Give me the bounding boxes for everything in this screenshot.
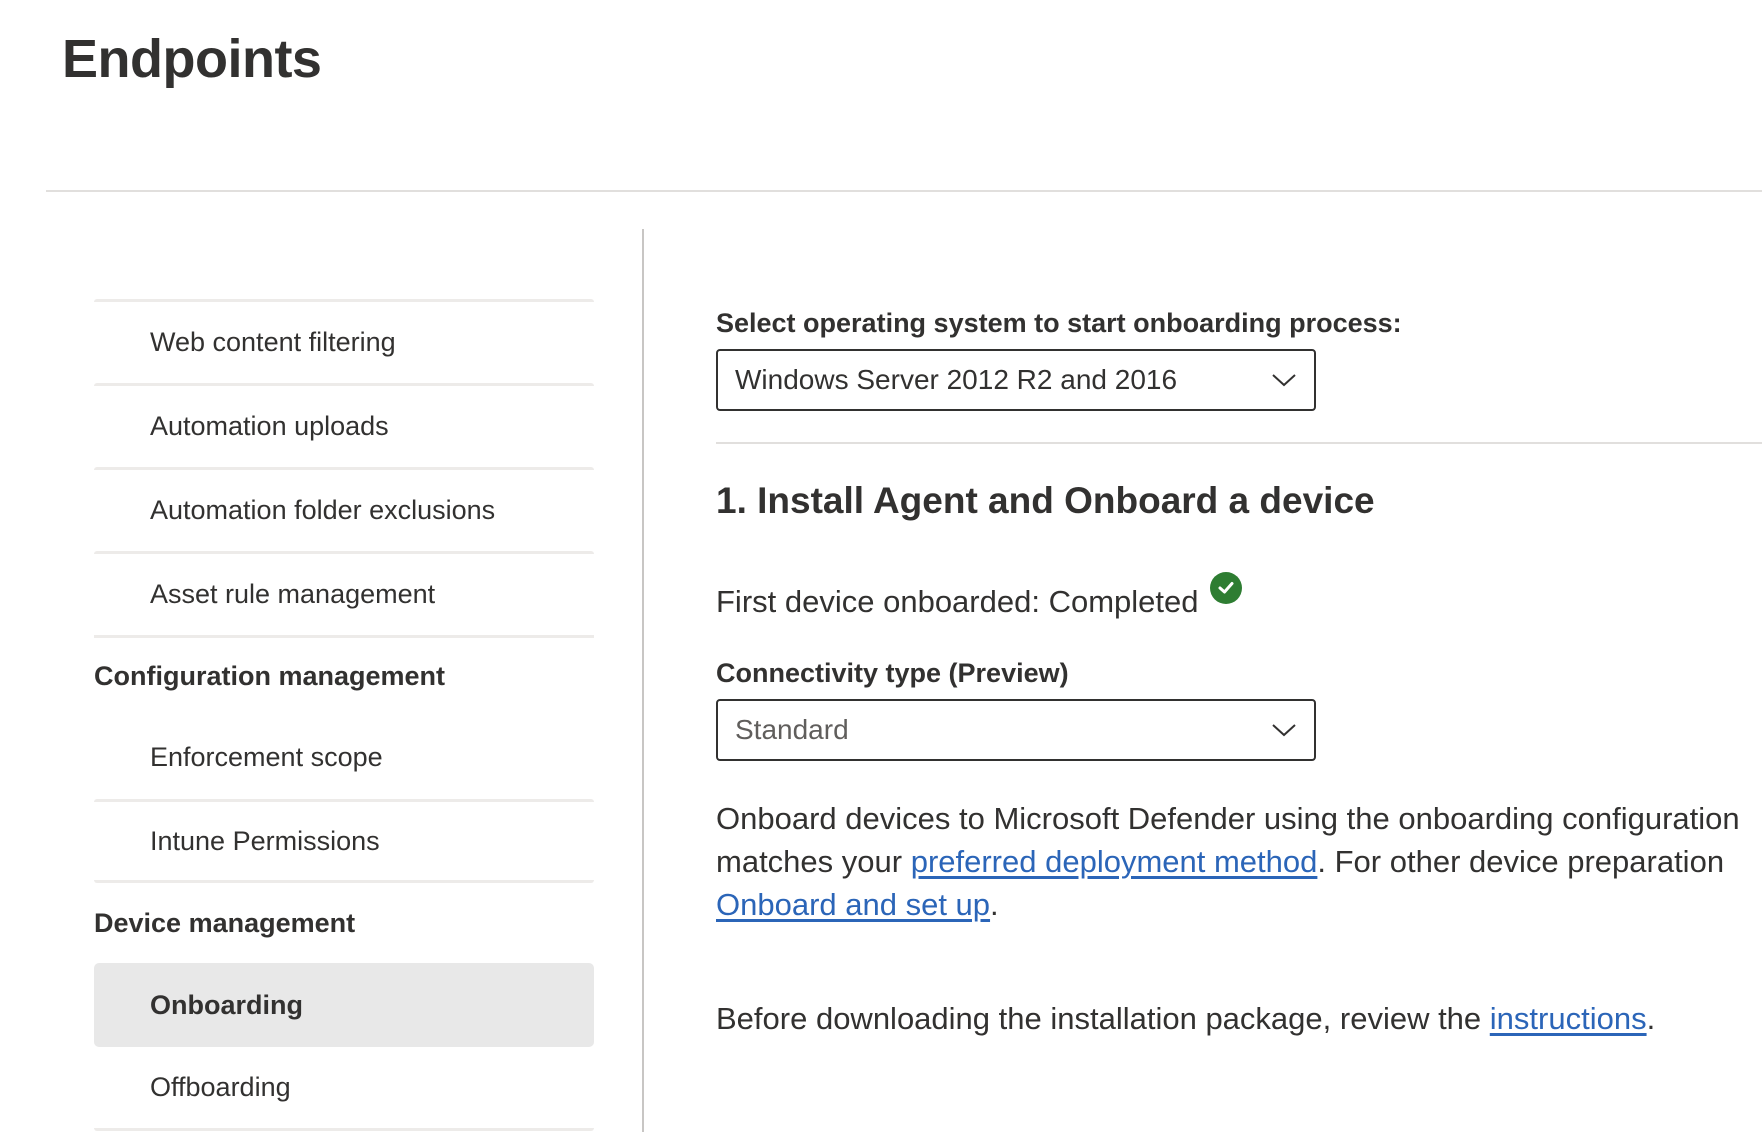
connectivity-type-label: Connectivity type (Preview) (716, 658, 1069, 688)
sidebar-nav: Web content filtering Automation uploads… (94, 299, 594, 1131)
description-text: . For other device preparation (1317, 844, 1725, 879)
status-text: First device onboarded: Completed (716, 584, 1199, 619)
chevron-down-icon (1272, 724, 1296, 737)
description-line-3: Onboard and set up. (716, 883, 1762, 926)
sidebar-group-device-management: Device management (94, 907, 356, 938)
sidebar-group-configuration-management: Configuration management (94, 635, 594, 715)
header-divider (46, 190, 1762, 192)
sidebar-item-offboarding[interactable]: Offboarding (94, 1047, 594, 1131)
chevron-down-icon (1272, 374, 1296, 387)
onboarding-status: First device onboarded: Completed (716, 572, 1762, 620)
sidebar-item-label: Automation folder exclusions (150, 495, 496, 525)
sidebar-item-label: Automation uploads (150, 411, 389, 441)
sidebar-item-label: Intune Permissions (150, 825, 380, 856)
sidebar-item-label: Asset rule management (150, 579, 436, 609)
description-line-2: matches your preferred deployment method… (716, 840, 1762, 883)
sidebar-item-label: Web content filtering (150, 327, 396, 357)
sidebar-item-enforcement-scope[interactable]: Enforcement scope (94, 715, 594, 799)
note-text: Before downloading the installation pack… (716, 1001, 1490, 1036)
installation-note: Before downloading the installation pack… (716, 997, 1762, 1040)
sidebar-item-automation-uploads[interactable]: Automation uploads (94, 383, 594, 467)
step-heading: 1. Install Agent and Onboard a device (716, 480, 1375, 521)
sidebar-item-label: Onboarding (150, 989, 303, 1020)
page-title: Endpoints (62, 29, 322, 89)
description-line-1: Onboard devices to Microsoft Defender us… (716, 801, 1740, 836)
sidebar-item-label: Enforcement scope (150, 741, 383, 772)
instructions-link[interactable]: instructions (1490, 1001, 1647, 1036)
note-text: . (1646, 1001, 1656, 1036)
sidebar-item-asset-rule-management[interactable]: Asset rule management (94, 551, 594, 635)
os-select-label: Select operating system to start onboard… (716, 308, 1402, 338)
sidebar-item-label: Offboarding (150, 1072, 291, 1102)
onboarding-description: Onboard devices to Microsoft Defender us… (716, 797, 1762, 926)
connectivity-type-dropdown[interactable]: Standard (716, 699, 1316, 761)
os-select-value: Windows Server 2012 R2 and 2016 (735, 364, 1178, 395)
panel-divider (642, 229, 644, 1132)
description-text: . (990, 887, 999, 922)
preferred-deployment-method-link[interactable]: preferred deployment method (911, 844, 1318, 879)
sidebar-item-onboarding[interactable]: Onboarding (94, 963, 594, 1047)
check-circle-icon (1210, 572, 1243, 604)
os-select-dropdown[interactable]: Windows Server 2012 R2 and 2016 (716, 349, 1316, 411)
sidebar-item-web-content-filtering[interactable]: Web content filtering (94, 299, 594, 383)
connectivity-type-value: Standard (735, 714, 849, 745)
onboarding-content: Select operating system to start onboard… (716, 300, 1762, 1040)
sidebar-item-automation-folder-exclusions[interactable]: Automation folder exclusions (94, 467, 594, 551)
sidebar-item-intune-permissions[interactable]: Intune Permissions (94, 799, 594, 883)
description-text: matches your (716, 844, 911, 879)
onboard-and-set-up-link[interactable]: Onboard and set up (716, 887, 990, 922)
section-divider (716, 442, 1762, 444)
